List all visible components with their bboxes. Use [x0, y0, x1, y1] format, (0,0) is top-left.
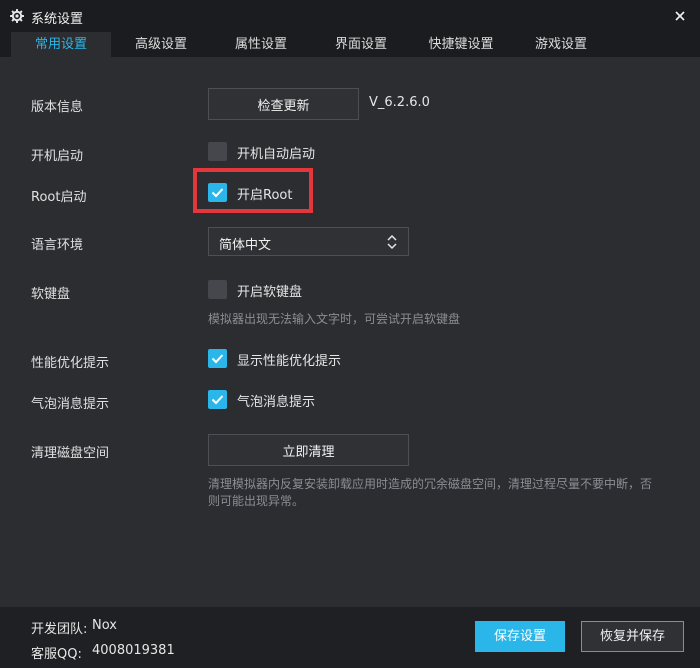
- settings-panel: 版本信息 检查更新 V_6.2.6.0 开机启动 开机自动启动 Root启动 开…: [0, 57, 700, 607]
- checkbox-unchecked[interactable]: [208, 142, 227, 161]
- check-update-button[interactable]: 检查更新: [208, 88, 359, 120]
- disk-cleanup-hint-line1: 清理模拟器内反复安装卸载应用时造成的冗余磁盘空间，清理过程尽量不要中断，否: [208, 477, 653, 491]
- bubble-tip-label: 气泡消息提示: [31, 397, 110, 412]
- soft-keyboard-checkbox-label: 开启软键盘: [237, 285, 303, 300]
- version-number: V_6.2.6.0: [369, 95, 430, 110]
- performance-tip-label: 性能优化提示: [31, 356, 110, 371]
- soft-keyboard-hint: 模拟器出现无法输入文字时，可尝试开启软键盘: [208, 312, 461, 326]
- close-icon[interactable]: [670, 6, 690, 26]
- gear-icon: [10, 9, 24, 23]
- tab-common-settings[interactable]: 常用设置: [11, 32, 111, 57]
- language-select-value: 简体中文: [219, 238, 272, 253]
- startup-checkbox-label: 开机自动启动: [237, 147, 316, 162]
- check-icon: [211, 395, 224, 405]
- performance-tip-checkbox-label: 显示性能优化提示: [237, 354, 342, 369]
- tab-shortcut-settings[interactable]: 快捷键设置: [411, 32, 511, 57]
- window-title: 系统设置: [31, 12, 84, 27]
- tab-game-settings[interactable]: 游戏设置: [511, 32, 611, 57]
- language-select[interactable]: 简体中文: [208, 227, 409, 256]
- footer: 开发团队: Nox 客服QQ: 4008019381 保存设置 恢复并保存: [0, 607, 700, 668]
- clean-now-button[interactable]: 立即清理: [208, 434, 409, 466]
- updown-arrow-icon: [387, 234, 397, 250]
- tab-advanced-settings[interactable]: 高级设置: [111, 32, 211, 57]
- qq-value: 4008019381: [92, 643, 175, 658]
- checkbox-checked[interactable]: [208, 349, 227, 368]
- startup-label: 开机启动: [31, 149, 84, 164]
- team-label: 开发团队:: [31, 622, 88, 637]
- highlight-box: [193, 168, 313, 213]
- disk-cleanup-label: 清理磁盘空间: [31, 446, 110, 461]
- checkbox-unchecked[interactable]: [208, 280, 227, 299]
- root-label: Root启动: [31, 190, 87, 205]
- language-label: 语言环境: [31, 238, 84, 253]
- bubble-tip-checkbox-label: 气泡消息提示: [237, 395, 316, 410]
- title-bar: 系统设置: [0, 0, 700, 32]
- check-icon: [211, 354, 224, 364]
- tab-interface-settings[interactable]: 界面设置: [311, 32, 411, 57]
- soft-keyboard-label: 软键盘: [31, 287, 71, 302]
- tab-bar: 常用设置 高级设置 属性设置 界面设置 快捷键设置 游戏设置: [0, 32, 700, 57]
- team-value: Nox: [92, 618, 117, 633]
- version-info-label: 版本信息: [31, 100, 84, 115]
- disk-cleanup-hint-line2: 则可能出现异常。: [208, 494, 305, 508]
- tab-property-settings[interactable]: 属性设置: [211, 32, 311, 57]
- checkbox-checked[interactable]: [208, 390, 227, 409]
- save-settings-button[interactable]: 保存设置: [475, 621, 565, 652]
- restore-and-save-button[interactable]: 恢复并保存: [581, 621, 684, 652]
- qq-label: 客服QQ:: [31, 647, 82, 662]
